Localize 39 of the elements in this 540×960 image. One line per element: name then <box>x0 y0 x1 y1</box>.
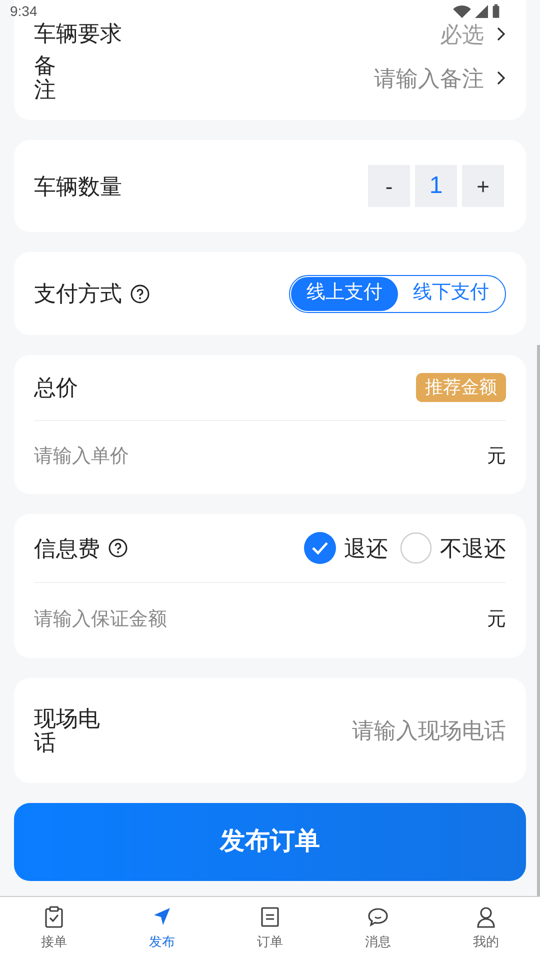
chevron-right-icon <box>496 26 506 42</box>
radio-option[interactable]: 退还 <box>304 532 388 564</box>
unit-label: 元 <box>487 445 506 470</box>
document-icon <box>260 906 280 928</box>
radio-option[interactable]: 不退还 <box>400 532 506 564</box>
nav-tab[interactable]: 消息 <box>324 897 432 960</box>
status-time: 9:34 <box>10 2 38 20</box>
remark-field[interactable]: 请输入备注 <box>234 62 484 94</box>
wifi-icon <box>453 4 471 18</box>
chevron-right-icon <box>496 70 506 86</box>
chat-bubble-icon <box>367 906 389 928</box>
unit-price-field[interactable]: 请输入单价 <box>34 443 334 472</box>
nav-tab[interactable]: 我的 <box>432 897 540 960</box>
increment-button[interactable]: + <box>462 165 504 207</box>
phone-field[interactable]: 请输入现场电话 <box>206 714 506 747</box>
help-icon[interactable] <box>130 284 150 304</box>
nav-tab[interactable]: 发布 <box>108 897 216 960</box>
field-label: 支付方式 <box>34 280 122 308</box>
field-label: 备注 <box>34 54 57 102</box>
field-label: 信息费 <box>34 534 100 562</box>
field-label: 车辆要求 <box>34 22 122 46</box>
unchecked-radio-icon <box>400 532 432 564</box>
payment-tab[interactable]: 线上支付 <box>291 276 398 310</box>
field-label: 车辆数量 <box>34 172 122 200</box>
nav-tab[interactable]: 接单 <box>0 897 108 960</box>
payment-tab[interactable]: 线下支付 <box>398 276 504 310</box>
quantity-value: 1 <box>415 165 457 207</box>
person-icon <box>476 906 496 928</box>
field-label: 现场电话 <box>34 706 101 754</box>
clipboard-check-icon <box>44 906 64 928</box>
decrement-button[interactable]: - <box>368 165 410 207</box>
checked-radio-icon <box>304 532 336 564</box>
unit-label: 元 <box>487 608 506 632</box>
signal-icon <box>475 4 488 18</box>
submit-button[interactable]: 发布订单 <box>14 803 526 881</box>
field-label: 总价 <box>34 374 78 402</box>
help-icon[interactable] <box>108 538 128 558</box>
deposit-field[interactable]: 请输入保证金额 <box>34 606 334 635</box>
nav-tab[interactable]: 订单 <box>216 897 324 960</box>
